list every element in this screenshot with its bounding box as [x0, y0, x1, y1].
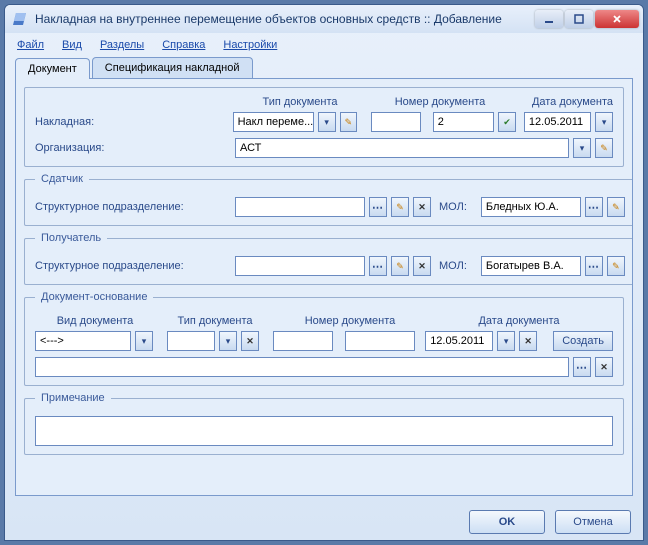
basis-hdr-kind: Вид документа	[35, 315, 155, 327]
cancel-button[interactable]: Отмена	[555, 510, 631, 534]
basis-headers: Вид документа Тип документа Номер докуме…	[35, 315, 613, 327]
titlebar: Накладная на внутреннее перемещение объе…	[5, 5, 643, 33]
basis-kind-dropdown-icon[interactable]: ▾	[135, 331, 153, 351]
basis-fieldset: Документ-основание Вид документа Тип док…	[24, 291, 624, 386]
lbl-org: Организация:	[35, 142, 231, 154]
doc-date-input[interactable]: 12.05.2011	[524, 112, 591, 132]
tabbar: Документ Спецификация накладной	[5, 57, 643, 78]
ok-button[interactable]: OK	[469, 510, 545, 534]
content-area: Тип документа Номер документа Дата докум…	[15, 78, 633, 496]
basis-date-input[interactable]: 12.05.2011	[425, 331, 493, 351]
dialog-buttons: OK Отмена	[5, 504, 643, 540]
basis-legend: Документ-основание	[35, 291, 153, 303]
basis-hdr-type: Тип документа	[155, 315, 275, 327]
note-legend: Примечание	[35, 392, 111, 404]
doc-type-edit-icon[interactable]: ✎	[340, 112, 358, 132]
receiver-struct-dots-icon[interactable]: ⋯	[369, 256, 387, 276]
window-controls	[535, 10, 639, 28]
receiver-mol-edit-icon[interactable]: ✎	[607, 256, 625, 276]
doc-type-dropdown-icon[interactable]: ▾	[318, 112, 336, 132]
menu-settings[interactable]: Настройки	[223, 39, 277, 51]
doc-type-input[interactable]: Накл переме...	[233, 112, 314, 132]
receiver-struct-edit-icon[interactable]: ✎	[391, 256, 409, 276]
main-panel: Тип документа Номер документа Дата докум…	[24, 87, 624, 167]
menu-help[interactable]: Справка	[162, 39, 205, 51]
tab-spec[interactable]: Спецификация накладной	[92, 57, 253, 78]
sender-struct-lbl: Структурное подразделение:	[35, 201, 231, 213]
org-input[interactable]: АСТ	[235, 138, 569, 158]
basis-type-input[interactable]	[167, 331, 215, 351]
basis-date-dropdown-icon[interactable]: ▾	[497, 331, 515, 351]
basis-type-clear-icon[interactable]: ✕	[241, 331, 259, 351]
hdr-doc-type: Тип документа	[235, 96, 365, 108]
org-edit-icon[interactable]: ✎	[595, 138, 613, 158]
sender-fieldset: Сдатчик Структурное подразделение: ⋯ ✎ ✕…	[24, 173, 633, 226]
menu-sections[interactable]: Разделы	[100, 39, 144, 51]
receiver-mol-lbl: МОЛ:	[439, 260, 467, 272]
receiver-legend: Получатель	[35, 232, 107, 244]
sender-mol-dots-icon[interactable]: ⋯	[585, 197, 603, 217]
column-headers: Тип документа Номер документа Дата докум…	[35, 96, 613, 108]
basis-hdr-date: Дата документа	[425, 315, 613, 327]
sender-struct-clear-icon[interactable]: ✕	[413, 197, 431, 217]
basis-hdr-number: Номер документа	[275, 315, 425, 327]
sender-struct-edit-icon[interactable]: ✎	[391, 197, 409, 217]
lbl-invoice: Накладная:	[35, 116, 229, 128]
hdr-doc-date: Дата документа	[515, 96, 613, 108]
minimize-button[interactable]	[535, 10, 563, 28]
menu-file[interactable]: Файл	[17, 39, 44, 51]
sender-mol-lbl: МОЛ:	[439, 201, 467, 213]
create-button[interactable]: Создать	[553, 331, 613, 351]
close-button[interactable]	[595, 10, 639, 28]
receiver-struct-lbl: Структурное подразделение:	[35, 260, 231, 272]
note-input[interactable]	[35, 416, 613, 446]
basis-text-input[interactable]	[35, 357, 569, 377]
sender-mol-input[interactable]: Бледных Ю.А.	[481, 197, 581, 217]
tab-document[interactable]: Документ	[15, 58, 90, 79]
hdr-doc-number: Номер документа	[365, 96, 515, 108]
receiver-struct-input[interactable]	[235, 256, 365, 276]
doc-number-check-icon[interactable]: ✔	[498, 112, 516, 132]
sender-struct-input[interactable]	[235, 197, 365, 217]
receiver-fieldset: Получатель Структурное подразделение: ⋯ …	[24, 232, 633, 285]
basis-kind-input[interactable]: <--->	[35, 331, 131, 351]
sender-mol-edit-icon[interactable]: ✎	[607, 197, 625, 217]
basis-prefix-input[interactable]	[273, 331, 333, 351]
doc-number-input[interactable]: 2	[433, 112, 494, 132]
app-window: Накладная на внутреннее перемещение объе…	[4, 4, 644, 541]
basis-date-clear-icon[interactable]: ✕	[519, 331, 537, 351]
receiver-mol-input[interactable]: Богатырев В.А.	[481, 256, 581, 276]
basis-text-clear-icon[interactable]: ✕	[595, 357, 613, 377]
menu-view[interactable]: Вид	[62, 39, 82, 51]
doc-number-prefix-input[interactable]	[371, 112, 421, 132]
receiver-struct-clear-icon[interactable]: ✕	[413, 256, 431, 276]
basis-type-dropdown-icon[interactable]: ▾	[219, 331, 237, 351]
menubar: Файл Вид Разделы Справка Настройки	[5, 33, 643, 57]
receiver-mol-dots-icon[interactable]: ⋯	[585, 256, 603, 276]
window-title: Накладная на внутреннее перемещение объе…	[35, 12, 535, 26]
note-fieldset: Примечание	[24, 392, 624, 455]
doc-date-dropdown-icon[interactable]: ▾	[595, 112, 613, 132]
app-icon	[13, 11, 29, 27]
org-dropdown-icon[interactable]: ▾	[573, 138, 591, 158]
sender-legend: Сдатчик	[35, 173, 89, 185]
maximize-button[interactable]	[565, 10, 593, 28]
sender-struct-dots-icon[interactable]: ⋯	[369, 197, 387, 217]
basis-text-dots-icon[interactable]: ⋯	[573, 357, 591, 377]
basis-number-input[interactable]	[345, 331, 415, 351]
